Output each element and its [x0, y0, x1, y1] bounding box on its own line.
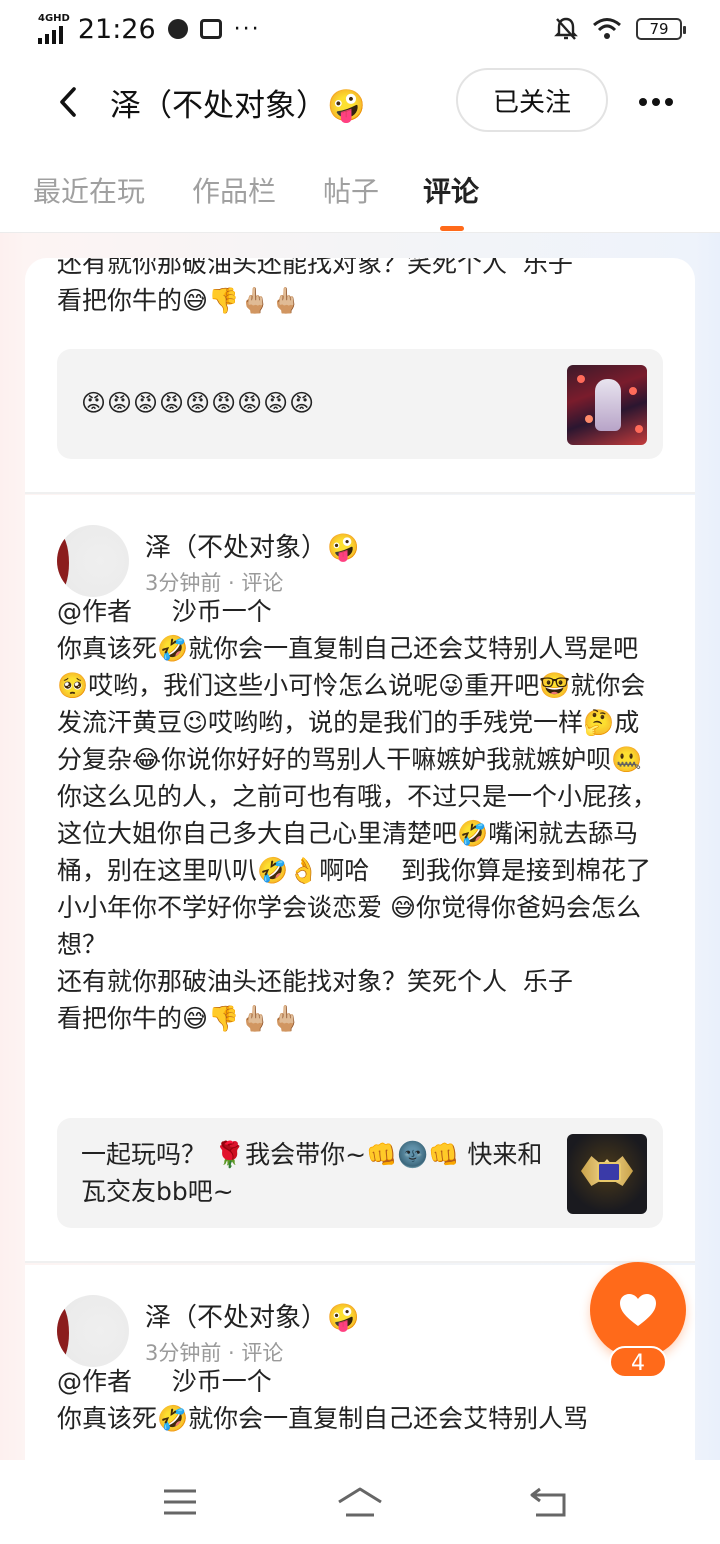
author-row[interactable]: 泽（不处对象）🤪 3分钟前 · 评论	[57, 525, 657, 599]
follow-button[interactable]: 已关注	[456, 68, 608, 132]
game-card[interactable]: 😡😡😡😡😡😡😡😡😡	[57, 349, 663, 459]
comment-text: @作者 沙币一个 你真该死🤣就你会一直复制自己还会艾特别人骂	[57, 1367, 589, 1433]
author-name[interactable]: 泽（不处对象）🤪	[145, 1297, 359, 1334]
divider	[25, 1261, 695, 1263]
game-card[interactable]: 一起玩吗？ 🌹我会带你~👊🌚👊 快来和瓦交友bb吧~	[57, 1118, 663, 1228]
back-button[interactable]	[38, 72, 98, 132]
return-icon	[530, 1487, 566, 1517]
more-options-button[interactable]	[636, 82, 676, 122]
home-button[interactable]	[330, 1482, 390, 1522]
like-count-badge: 4	[609, 1346, 667, 1378]
heart-icon	[620, 1294, 656, 1326]
tab-recently-played[interactable]: 最近在玩	[33, 170, 145, 210]
notification-app-icon	[167, 19, 188, 39]
tab-indicator	[440, 226, 464, 231]
system-nav-bar	[0, 1460, 720, 1544]
comment-card[interactable]: 泽（不处对象）🤪 3分钟前 · 评论 @作者 沙币一个 你真该死🤣就你会一直复制…	[25, 495, 695, 1261]
back-nav-button[interactable]	[518, 1482, 578, 1522]
comment-text: @作者 沙币一个 你真该死🤣就你会一直复制自己还会艾特别人骂是吧🥺哎哟，我们这些…	[57, 597, 658, 1033]
game-card-text: 😡😡😡😡😡😡😡😡😡	[81, 389, 316, 417]
author-name[interactable]: 泽（不处对象）🤪	[145, 527, 359, 564]
avatar[interactable]	[57, 1295, 129, 1367]
status-bar: 4GHD 21:26 ··· 79	[0, 0, 720, 58]
status-time: 21:26	[77, 13, 156, 45]
author-row[interactable]: 泽（不处对象）🤪 3分钟前 · 评论	[57, 1295, 657, 1369]
tab-comments[interactable]: 评论	[423, 170, 479, 210]
signal-icon: 4GHD	[38, 14, 70, 44]
chevron-left-icon	[60, 87, 76, 117]
battery-icon: 79	[636, 18, 686, 40]
notification-bus-icon	[199, 19, 222, 39]
menu-icon	[164, 1489, 196, 1515]
avatar[interactable]	[57, 525, 129, 597]
more-notifications-icon: ···	[233, 16, 261, 42]
header: 泽（不处对象）🤪 已关注	[0, 62, 720, 142]
comment-card[interactable]: 还有就你那破油头还能找对象？笑死个人 乐子 看把你牛的😅👎🖕🏼🖕🏼 😡😡😡😡😡😡…	[25, 258, 695, 492]
network-type: 4GHD	[38, 13, 70, 24]
game-thumbnail	[567, 1134, 647, 1214]
tab-works[interactable]: 作品栏	[192, 170, 276, 210]
wifi-icon	[593, 18, 621, 39]
tab-bar: 最近在玩 作品栏 帖子 评论	[0, 160, 720, 232]
divider	[25, 492, 695, 494]
game-thumbnail	[567, 365, 647, 445]
home-icon	[338, 1487, 382, 1517]
comment-text: 还有就你那破油头还能找对象？笑死个人 乐子 看把你牛的😅👎🖕🏼🖕🏼	[57, 258, 573, 315]
mute-icon	[554, 17, 578, 40]
page-title: 泽（不处对象）🤪	[110, 87, 366, 124]
game-card-text: 一起玩吗？ 🌹我会带你~👊🌚👊 快来和瓦交友bb吧~	[81, 1140, 543, 1206]
like-button[interactable]	[590, 1262, 686, 1358]
menu-button[interactable]	[150, 1482, 210, 1522]
tab-posts[interactable]: 帖子	[323, 170, 379, 210]
